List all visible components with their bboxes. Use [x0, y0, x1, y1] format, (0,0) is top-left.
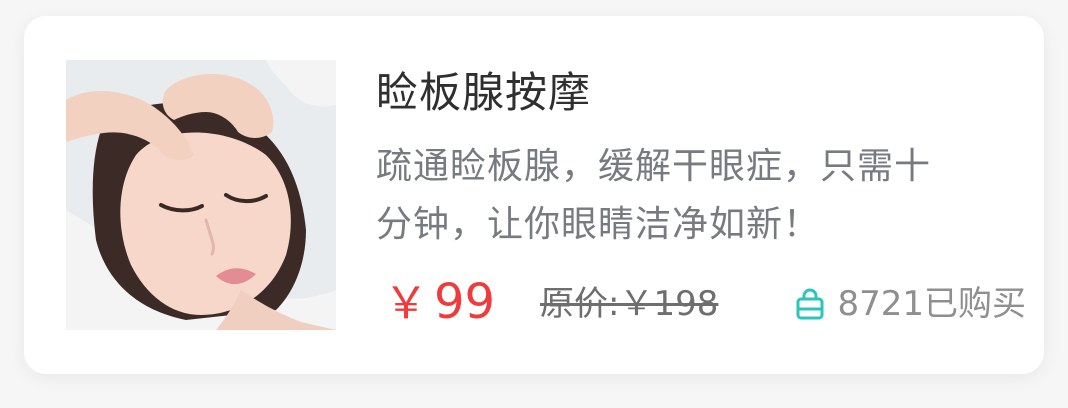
product-card[interactable]: 睑板腺按摩 疏通睑板腺，缓解干眼症，只需十 分钟，让你眼睛洁净如新！ ￥ 99 原…: [24, 16, 1044, 374]
original-price: 原价:￥198: [540, 284, 719, 324]
product-description: 疏通睑板腺，缓解干眼症，只需十 分钟，让你眼睛洁净如新！: [376, 138, 1016, 254]
product-title[interactable]: 睑板腺按摩: [376, 66, 591, 120]
price-row: ￥ 99 原价:￥198 8721已购买: [376, 272, 1026, 332]
product-image[interactable]: [66, 60, 336, 330]
sold-count: 8721已购买: [837, 284, 1026, 324]
shopping-bag-icon: [796, 288, 824, 320]
price-amount: 99: [434, 274, 496, 330]
current-price: ￥ 99: [384, 272, 495, 334]
sold-count-group: 8721已购买: [793, 282, 1026, 326]
description-line-2: 分钟，让你眼睛洁净如新！: [376, 204, 821, 245]
facial-massage-illustration: [66, 60, 336, 330]
currency-symbol: ￥: [384, 278, 428, 329]
description-line-1: 疏通睑板腺，缓解干眼症，只需十: [376, 146, 932, 187]
